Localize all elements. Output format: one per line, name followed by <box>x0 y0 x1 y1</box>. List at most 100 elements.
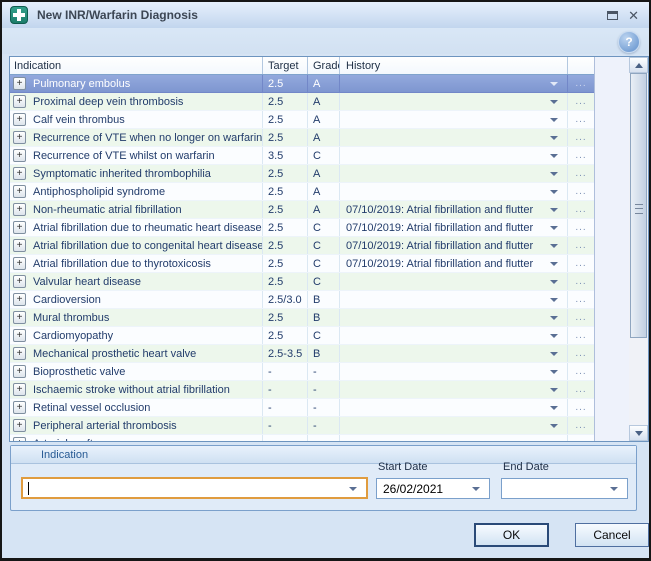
table-row[interactable]: +Retinal vessel occlusion--... <box>10 399 594 417</box>
history-cell[interactable] <box>340 273 568 290</box>
help-button[interactable]: ? <box>618 31 640 53</box>
history-cell[interactable] <box>340 183 568 200</box>
history-ellipsis-button[interactable]: ... <box>568 75 594 92</box>
history-cell[interactable] <box>340 435 568 441</box>
history-ellipsis-button[interactable]: ... <box>568 147 594 164</box>
expand-row-button[interactable]: + <box>13 293 26 306</box>
history-cell[interactable] <box>340 147 568 164</box>
expand-row-button[interactable]: + <box>13 347 26 360</box>
expand-row-button[interactable]: + <box>13 185 26 198</box>
history-dropdown-arrow-icon[interactable] <box>550 100 558 104</box>
history-ellipsis-button[interactable]: ... <box>568 435 594 441</box>
history-dropdown-arrow-icon[interactable] <box>550 244 558 248</box>
history-ellipsis-button[interactable]: ... <box>568 111 594 128</box>
end-date-combobox[interactable] <box>501 478 628 499</box>
table-row[interactable]: +Antiphospholipid syndrome2.5A... <box>10 183 594 201</box>
history-dropdown-arrow-icon[interactable] <box>550 262 558 266</box>
history-dropdown-arrow-icon[interactable] <box>550 208 558 212</box>
table-row[interactable]: +Peripheral arterial thrombosis--... <box>10 417 594 435</box>
vertical-scrollbar[interactable] <box>629 57 648 441</box>
table-row[interactable]: +Atrial fibrillation due to congenital h… <box>10 237 594 255</box>
table-row[interactable]: +Recurrence of VTE whilst on warfarin3.5… <box>10 147 594 165</box>
expand-row-button[interactable]: + <box>13 167 26 180</box>
history-cell[interactable] <box>340 75 568 92</box>
history-dropdown-arrow-icon[interactable] <box>550 190 558 194</box>
scroll-up-button[interactable] <box>629 57 648 73</box>
table-row[interactable]: +Non-rheumatic atrial fibrillation2.5A07… <box>10 201 594 219</box>
expand-row-button[interactable]: + <box>13 239 26 252</box>
chevron-down-icon[interactable] <box>610 487 618 491</box>
expand-row-button[interactable]: + <box>13 77 26 90</box>
history-dropdown-arrow-icon[interactable] <box>550 136 558 140</box>
history-ellipsis-button[interactable]: ... <box>568 417 594 434</box>
table-row[interactable]: +Cardioversion2.5/3.0B... <box>10 291 594 309</box>
history-ellipsis-button[interactable]: ... <box>568 363 594 380</box>
history-ellipsis-button[interactable]: ... <box>568 201 594 218</box>
history-ellipsis-button[interactable]: ... <box>568 237 594 254</box>
expand-row-button[interactable]: + <box>13 383 26 396</box>
history-dropdown-arrow-icon[interactable] <box>550 82 558 86</box>
history-cell[interactable] <box>340 381 568 398</box>
history-cell[interactable] <box>340 309 568 326</box>
expand-row-button[interactable]: + <box>13 401 26 414</box>
indication-combobox[interactable] <box>21 477 368 499</box>
table-row[interactable]: +Arterial grafts... <box>10 435 594 441</box>
column-header-history[interactable]: History <box>340 57 568 74</box>
chevron-down-icon[interactable] <box>349 487 357 491</box>
history-cell[interactable] <box>340 129 568 146</box>
expand-row-button[interactable]: + <box>13 311 26 324</box>
history-dropdown-arrow-icon[interactable] <box>550 334 558 338</box>
table-row[interactable]: +Atrial fibrillation due to rheumatic he… <box>10 219 594 237</box>
cancel-button[interactable]: Cancel <box>575 523 649 547</box>
table-row[interactable]: +Cardiomyopathy2.5C... <box>10 327 594 345</box>
table-row[interactable]: +Atrial fibrillation due to thyrotoxicos… <box>10 255 594 273</box>
history-dropdown-arrow-icon[interactable] <box>550 352 558 356</box>
history-cell[interactable] <box>340 327 568 344</box>
history-cell[interactable] <box>340 291 568 308</box>
history-ellipsis-button[interactable]: ... <box>568 273 594 290</box>
table-row[interactable]: +Mural thrombus2.5B... <box>10 309 594 327</box>
ok-button[interactable]: OK <box>474 523 549 547</box>
column-header-indication[interactable]: Indication <box>10 57 263 74</box>
expand-row-button[interactable]: + <box>13 131 26 144</box>
table-row[interactable]: +Proximal deep vein thrombosis2.5A... <box>10 93 594 111</box>
history-dropdown-arrow-icon[interactable] <box>550 316 558 320</box>
table-row[interactable]: +Calf vein thrombus2.5A... <box>10 111 594 129</box>
history-ellipsis-button[interactable]: ... <box>568 291 594 308</box>
history-dropdown-arrow-icon[interactable] <box>550 226 558 230</box>
expand-row-button[interactable]: + <box>13 95 26 108</box>
column-header-grade[interactable]: Grade <box>308 57 340 74</box>
history-dropdown-arrow-icon[interactable] <box>550 370 558 374</box>
start-date-combobox[interactable]: 26/02/2021 <box>376 478 490 499</box>
table-row[interactable]: +Pulmonary embolus2.5A... <box>10 75 594 93</box>
history-ellipsis-button[interactable]: ... <box>568 183 594 200</box>
history-ellipsis-button[interactable]: ... <box>568 399 594 416</box>
history-dropdown-arrow-icon[interactable] <box>550 118 558 122</box>
history-ellipsis-button[interactable]: ... <box>568 255 594 272</box>
table-row[interactable]: +Bioprosthetic valve--... <box>10 363 594 381</box>
history-cell[interactable]: 07/10/2019: Atrial fibrillation and flut… <box>340 237 568 254</box>
expand-row-button[interactable]: + <box>13 365 26 378</box>
table-row[interactable]: +Ischaemic stroke without atrial fibrill… <box>10 381 594 399</box>
history-ellipsis-button[interactable]: ... <box>568 165 594 182</box>
chevron-down-icon[interactable] <box>472 487 480 491</box>
table-row[interactable]: +Valvular heart disease2.5C... <box>10 273 594 291</box>
history-ellipsis-button[interactable]: ... <box>568 129 594 146</box>
history-dropdown-arrow-icon[interactable] <box>550 280 558 284</box>
expand-row-button[interactable]: + <box>13 437 26 441</box>
history-cell[interactable] <box>340 345 568 362</box>
history-cell[interactable]: 07/10/2019: Atrial fibrillation and flut… <box>340 255 568 272</box>
history-cell[interactable] <box>340 399 568 416</box>
table-row[interactable]: +Recurrence of VTE when no longer on war… <box>10 129 594 147</box>
expand-row-button[interactable]: + <box>13 113 26 126</box>
expand-row-button[interactable]: + <box>13 149 26 162</box>
history-ellipsis-button[interactable]: ... <box>568 345 594 362</box>
table-row[interactable]: +Symptomatic inherited thrombophilia2.5A… <box>10 165 594 183</box>
expand-row-button[interactable]: + <box>13 257 26 270</box>
history-cell[interactable] <box>340 93 568 110</box>
expand-row-button[interactable]: + <box>13 419 26 432</box>
table-row[interactable]: +Mechanical prosthetic heart valve2.5-3.… <box>10 345 594 363</box>
expand-row-button[interactable]: + <box>13 221 26 234</box>
history-ellipsis-button[interactable]: ... <box>568 381 594 398</box>
history-cell[interactable]: 07/10/2019: Atrial fibrillation and flut… <box>340 219 568 236</box>
